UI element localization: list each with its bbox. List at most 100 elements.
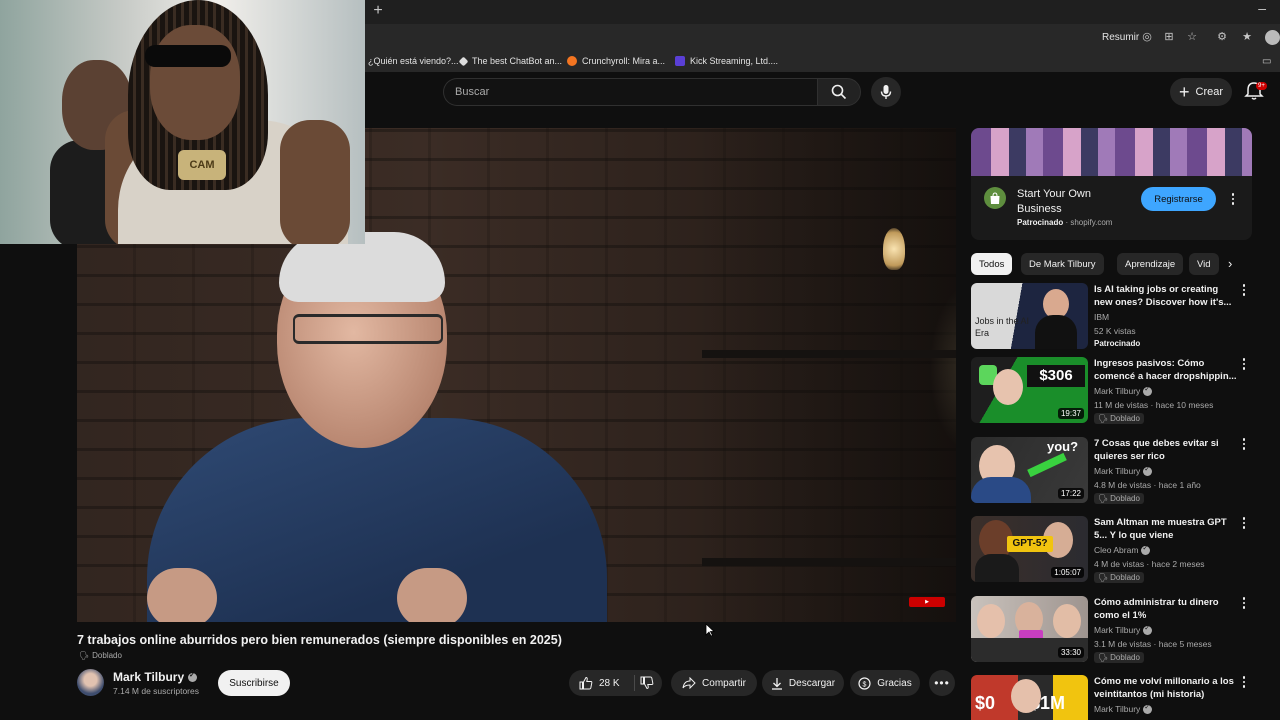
verified-icon [188,671,198,682]
thumbnail-caption: $306 PER DAY [1027,365,1085,387]
channel-name: IBM [1094,312,1110,322]
presenter-hand-left [147,568,217,622]
favorites-icon[interactable]: ★ [1240,30,1254,44]
presenter [107,232,627,622]
shelf [702,350,956,358]
microphone-icon [880,85,892,99]
chatbot-icon [458,56,469,66]
recommendation-stats: 4.8 M de vistas · hace 1 año [1094,480,1201,490]
share-label: Compartir [702,677,746,689]
subscribe-button[interactable]: Suscribirse [218,670,290,696]
video-menu-icon[interactable] [1239,596,1249,610]
thumbs-up-icon[interactable] [579,676,593,690]
window-minimize-button[interactable]: – [1258,0,1266,16]
channel-avatar[interactable] [77,669,104,696]
ad-menu-icon[interactable] [1228,192,1238,206]
rapper-sunglasses [145,45,231,67]
video-menu-icon[interactable] [1239,675,1249,689]
video-thumbnail[interactable]: Jobs in the AI Era [971,283,1088,349]
subscribe-watermark[interactable]: ▶ [909,597,945,607]
channel-name-row[interactable]: Mark Tilbury [113,670,198,684]
recommendation-title[interactable]: Cómo me volví millonario a los veintitan… [1094,675,1239,701]
extension-icon[interactable]: ⊞ [1162,30,1176,44]
shelf [702,558,956,566]
ad-banner-image[interactable] [971,128,1252,176]
verified-icon [1143,465,1153,476]
chip-from-channel[interactable]: De Mark Tilbury [1021,253,1104,275]
recommendation-item[interactable]: 33:30 Cómo administrar tu dinero como el… [971,596,1261,666]
video-thumbnail[interactable]: you? 17:22 [971,437,1088,503]
bookmark-star-icon[interactable]: ☆ [1185,30,1199,44]
bookmark-item[interactable]: ¿Quién está viendo?... [368,56,459,66]
shopify-logo-icon [984,187,1006,209]
new-tab-button[interactable]: + [370,2,386,20]
search-icon [831,84,847,100]
download-button[interactable]: Descargar [762,670,844,696]
recommendation-title[interactable]: Cómo administrar tu dinero como el 1% [1094,596,1239,622]
thumbnail-arrow [1027,452,1067,478]
recommendation-channel: Mark Tilbury [1094,703,1153,714]
chip-all[interactable]: Todos [971,253,1013,275]
chip-learning[interactable]: Aprendizaje [1117,253,1184,275]
recommendation-stats: 11 M de vistas · hace 10 meses [1094,400,1214,410]
more-actions-button[interactable]: ••• [929,670,955,696]
more-horizontal-icon: ••• [934,676,950,690]
svg-text:$: $ [863,681,867,688]
super-thanks-icon: $ [858,676,871,690]
extensions-puzzle-icon[interactable]: ⚙ [1215,30,1229,44]
bookmark-item[interactable]: Crunchyroll: Mira a... [567,56,665,66]
screen: + – Resumir ◎ ⊞ ☆ ⚙ ★ ¿Quién está viendo… [0,0,1280,720]
thumbnail-person [1011,679,1041,713]
like-count[interactable]: 28 K [599,678,620,689]
video-menu-icon[interactable] [1239,437,1249,451]
search-button[interactable] [817,78,861,106]
summary-button[interactable]: Resumir [1102,32,1139,43]
dubbed-label: Doblado [1110,653,1140,662]
profile-avatar[interactable] [1265,30,1280,45]
chip-videos[interactable]: Vid [1189,253,1219,275]
register-button[interactable]: Registrarse [1141,187,1216,211]
video-thumbnail[interactable]: 33:30 [971,596,1088,662]
thumbnail-caption: you? [1047,439,1079,454]
video-thumbnail[interactable]: $306 PER DAY 19:37 [971,357,1088,423]
sponsored-ad-card[interactable]: Start Your Own Business Patrocinado · sh… [971,128,1252,240]
thumbnail-caption: Jobs in the AI Era [975,316,1030,338]
channel-name: Mark Tilbury [1094,386,1141,396]
recommendation-item[interactable]: GPT-5? 1:05:07 Sam Altman me muestra GPT… [971,516,1261,586]
bookmark-item[interactable]: The best ChatBot an... [458,56,562,66]
channel-name: Mark Tilbury [1094,466,1141,476]
dubbed-tag: 🗣 Doblado [1094,572,1144,583]
recommendation-title[interactable]: Is AI taking jobs or creating new ones? … [1094,283,1239,309]
verified-icon [1143,385,1153,396]
video-thumbnail[interactable]: GPT-5? 1:05:07 [971,516,1088,582]
recommendation-title[interactable]: Sam Altman me muestra GPT 5... Y lo que … [1094,516,1239,542]
thanks-button[interactable]: $ Gracias [850,670,920,696]
recommendation-title[interactable]: Ingresos pasivos: Cómo comencé a hacer d… [1094,357,1239,383]
subscriber-count: 7.14 M de suscriptores [113,686,199,696]
channel-name[interactable]: Mark Tilbury [113,670,184,684]
translate-icon[interactable]: ◎ [1140,30,1154,44]
bookmark-item[interactable]: Kick Streaming, Ltd.... [675,56,778,66]
folder-icon[interactable]: ▭ [1262,56,1271,67]
presenter-glasses [293,314,443,344]
ad-title[interactable]: Start Your Own Business [1017,187,1127,217]
chevron-right-icon[interactable]: › [1228,256,1242,272]
recommendation-item[interactable]: you? 17:22 7 Cosas que debes evitar si q… [971,437,1261,507]
video-menu-icon[interactable] [1239,516,1249,530]
recommendation-item[interactable]: $0 $1M Cómo me volví millonario a los ve… [971,675,1261,720]
video-thumbnail[interactable]: $0 $1M [971,675,1088,720]
recommendation-item[interactable]: Jobs in the AI Era Is AI taking jobs or … [971,283,1261,353]
video-menu-icon[interactable] [1239,357,1249,371]
search-input[interactable] [444,79,817,105]
create-button[interactable]: + Crear [1170,78,1232,106]
mouse-cursor-icon [705,623,715,637]
sponsored-tag: Patrocinado [1094,339,1141,348]
recommendation-title[interactable]: 7 Cosas que debes evitar si quieres ser … [1094,437,1239,463]
recommendation-item[interactable]: $306 PER DAY 19:37 Ingresos pasivos: Cóm… [971,357,1261,427]
share-button[interactable]: Compartir [671,670,757,696]
thumbs-down-icon[interactable] [640,676,654,690]
dubbed-icon: 🗣 [1098,653,1109,662]
video-menu-icon[interactable] [1239,283,1249,297]
verified-icon [1143,703,1153,714]
voice-search-button[interactable] [871,77,901,107]
